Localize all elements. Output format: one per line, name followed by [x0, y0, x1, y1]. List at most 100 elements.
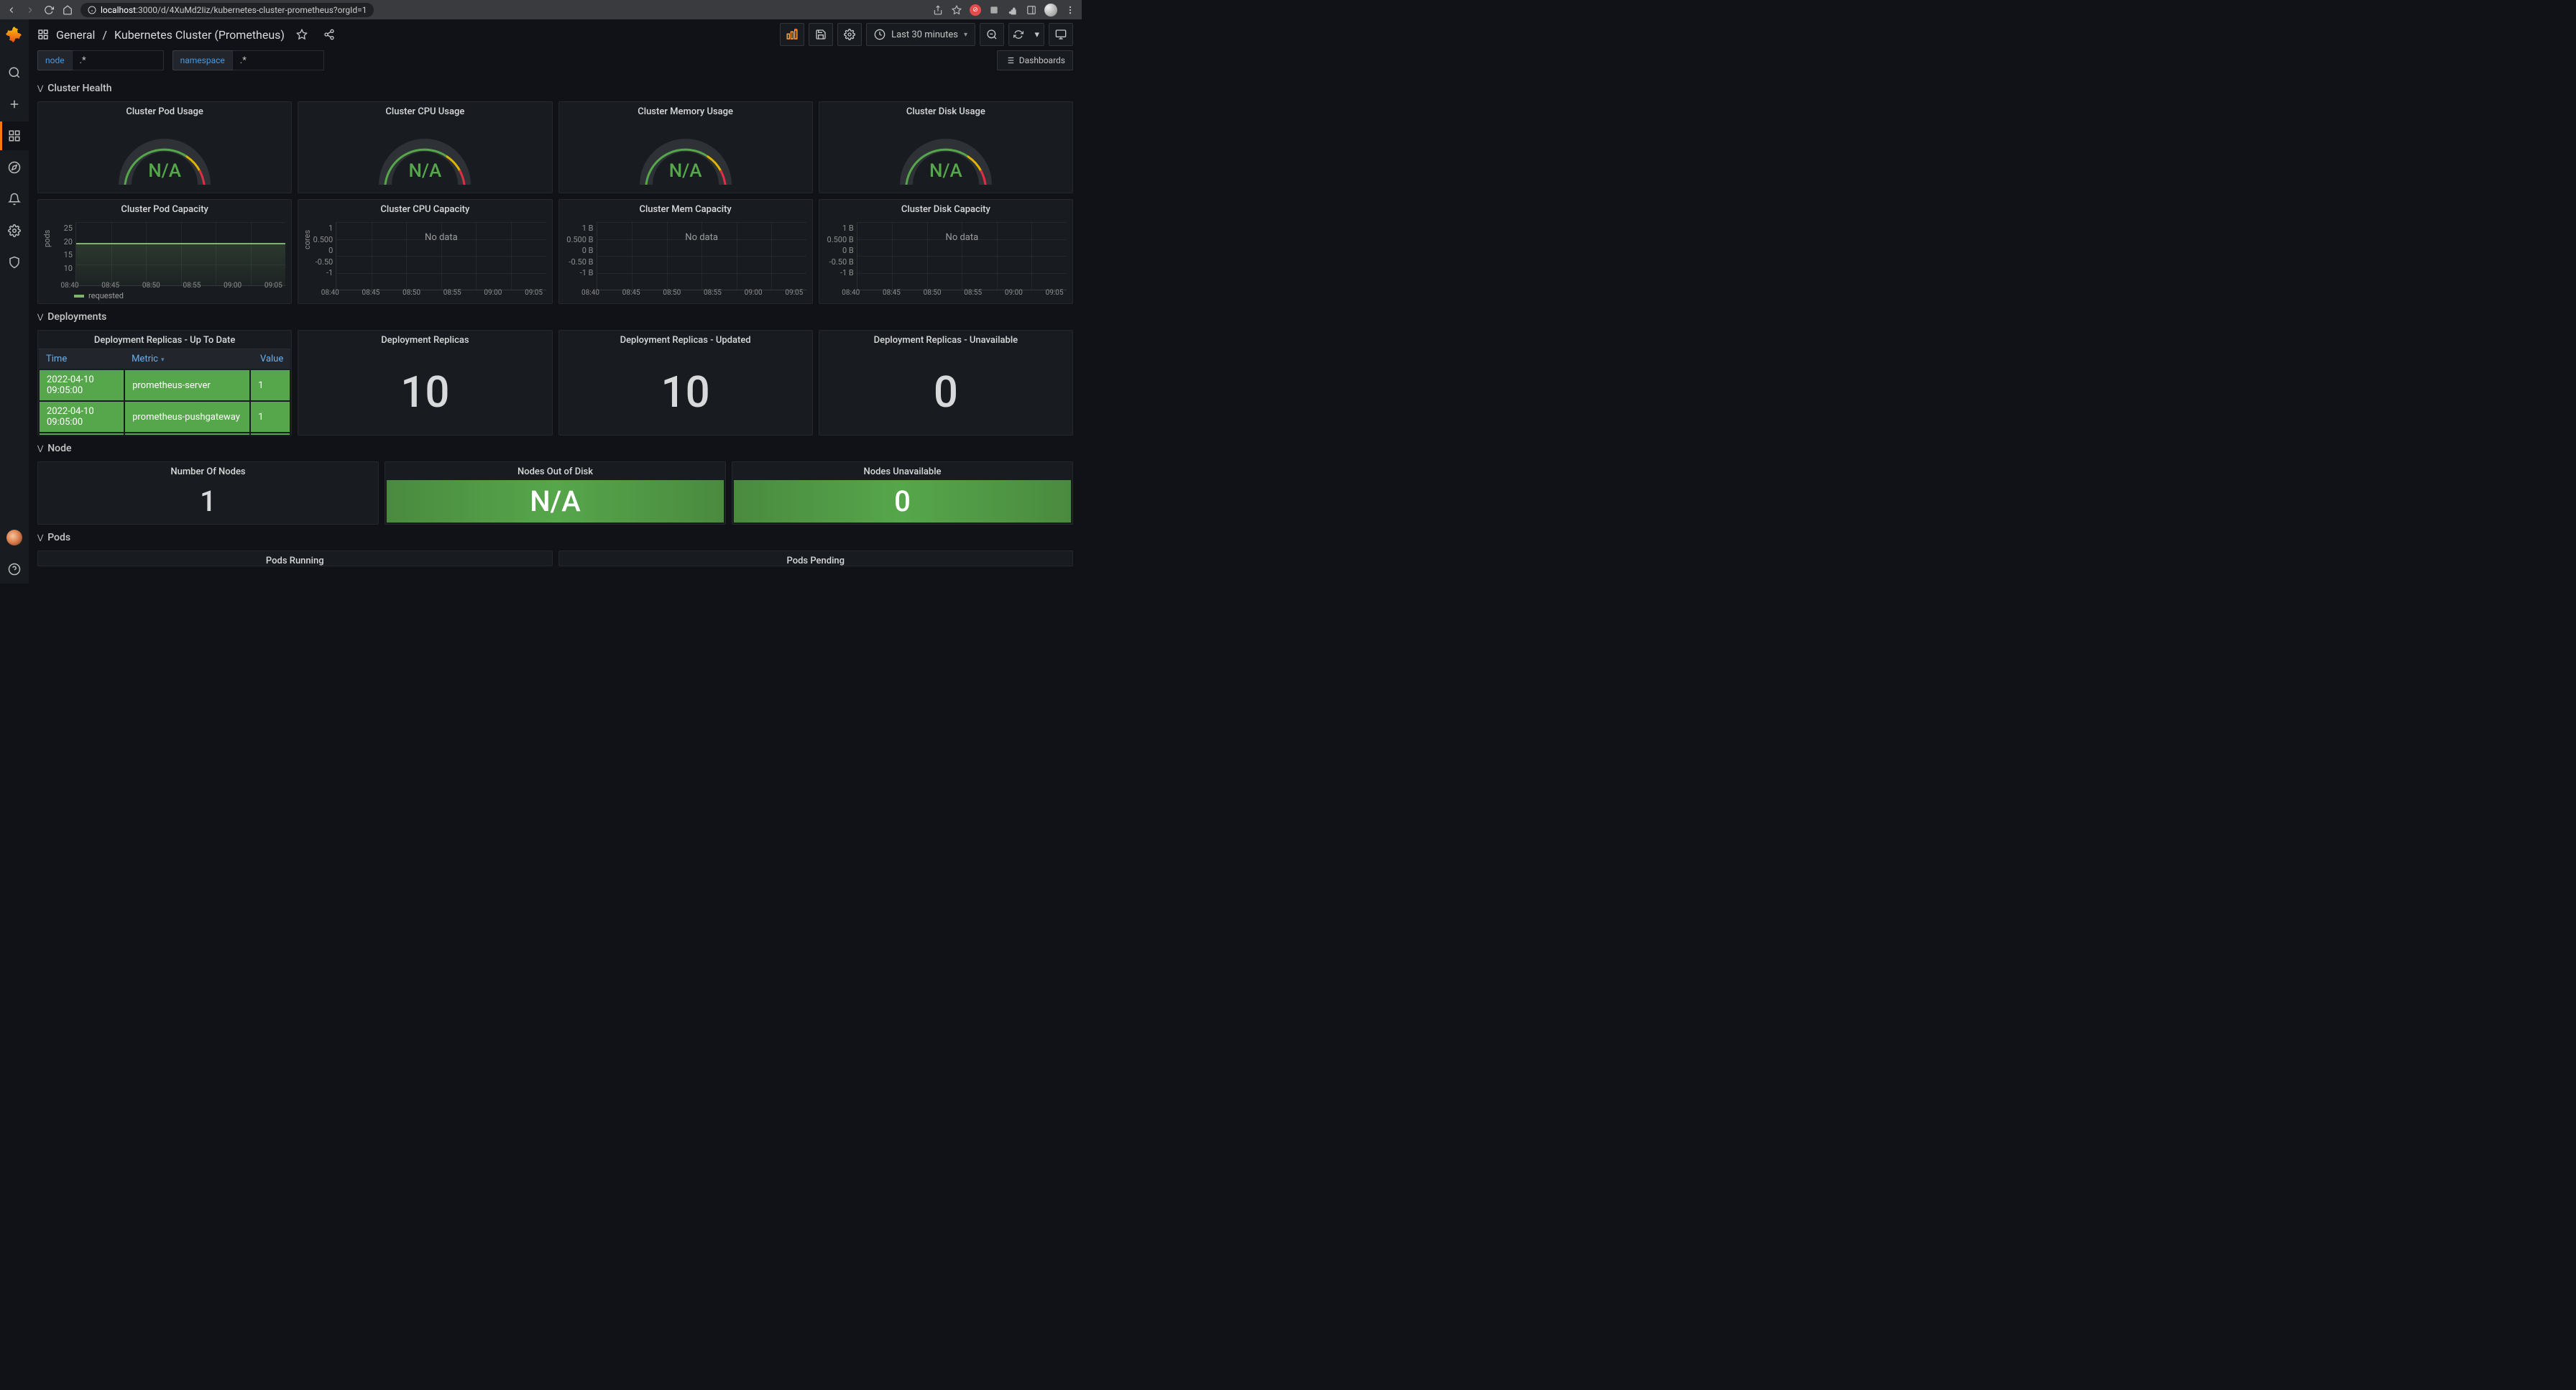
chart-plot: No data [336, 222, 546, 290]
extension-icon[interactable] [988, 4, 1000, 16]
chevron-down-icon: ⋁ [37, 534, 43, 542]
chevron-down-icon: ▾ [1034, 29, 1039, 40]
panel-stat[interactable]: Nodes Out of Disk N/A [385, 461, 726, 525]
zoom-out-icon [986, 29, 998, 40]
no-data-label: No data [597, 232, 806, 243]
sidebar-search[interactable] [0, 58, 29, 87]
chevron-down-icon: ⋁ [37, 445, 43, 453]
chart-plot [75, 222, 285, 286]
row-title: Node [47, 443, 71, 454]
share-dashboard-button[interactable] [319, 23, 339, 46]
variable-value[interactable]: .* [72, 50, 164, 70]
extensions-puzzle-icon[interactable] [1007, 4, 1018, 16]
sidebar-dashboards[interactable] [0, 121, 29, 150]
table-header-value[interactable]: Value [250, 349, 290, 370]
panel-stat[interactable]: Nodes Unavailable 0 [732, 461, 1073, 525]
panel-gauge[interactable]: Cluster Disk Usage N/A [819, 101, 1073, 193]
forward-button[interactable] [24, 4, 36, 16]
sidebar-configuration[interactable] [0, 216, 29, 245]
panel-stat[interactable]: Pods Running [37, 551, 553, 566]
x-axis-ticks: 08:4008:4508:5008:5509:0009:05 [851, 289, 1072, 300]
refresh-icon [1013, 29, 1024, 40]
panel-stat[interactable]: Pods Pending [558, 551, 1074, 566]
sidebar-help[interactable] [0, 555, 29, 584]
panel-title: Deployment Replicas - Up To Date [38, 331, 291, 349]
panel-table[interactable]: Deployment Replicas - Up To Date Time Me… [37, 330, 292, 436]
time-range-picker[interactable]: Last 30 minutes ▾ [866, 23, 975, 46]
panel-timeseries[interactable]: Cluster Pod Capacity pods 25201510 08:40… [37, 199, 292, 304]
refresh-button[interactable]: ▾ [1008, 23, 1044, 46]
cycle-view-button[interactable] [1049, 23, 1073, 46]
sidebar-create[interactable] [0, 90, 29, 119]
help-icon [8, 563, 21, 576]
save-dashboard-button[interactable] [809, 23, 833, 46]
grafana-logo-icon[interactable] [6, 25, 23, 42]
home-button[interactable] [62, 4, 73, 16]
panel-icon[interactable] [1026, 4, 1037, 16]
chart-plot: No data [857, 222, 1067, 290]
url-bar[interactable]: localhost:3000/d/4XuMd2Iiz/kubernetes-cl… [80, 3, 374, 17]
profile-avatar[interactable] [1044, 4, 1057, 17]
table-header-time[interactable]: Time [39, 349, 124, 370]
chevron-down-icon: ▾ [964, 31, 967, 39]
gauge-visual: N/A [892, 131, 1000, 185]
extension-red-icon[interactable]: ⊘ [970, 4, 981, 16]
panel-gauge[interactable]: Cluster CPU Usage N/A [298, 101, 552, 193]
panel-timeseries[interactable]: Cluster Mem Capacity 1 B0.500 B0 B-0.50 … [558, 199, 813, 304]
panel-timeseries[interactable]: Cluster Disk Capacity 1 B0.500 B0 B-0.50… [819, 199, 1073, 304]
star-icon[interactable] [951, 4, 962, 16]
reload-button[interactable] [43, 4, 55, 16]
page-title[interactable]: Kubernetes Cluster (Prometheus) [114, 28, 285, 42]
row-header-pods[interactable]: ⋁ Pods [37, 528, 1073, 548]
panel-title: Pods Running [38, 551, 552, 569]
variable-value[interactable]: .* [232, 50, 324, 70]
panel-stat[interactable]: Deployment Replicas - Updated 10 [558, 330, 813, 436]
stat-value: 0 [894, 484, 911, 518]
back-button[interactable] [6, 4, 17, 16]
chevron-down-icon: ▾ [161, 356, 165, 364]
sidebar-admin[interactable] [0, 248, 29, 277]
sidebar-explore[interactable] [0, 153, 29, 182]
y-axis-ticks: 1 B0.500 B0 B-0.50 B-1 B [825, 222, 857, 290]
sidebar-user[interactable] [0, 523, 29, 552]
row-header-deployments[interactable]: ⋁ Deployments [37, 307, 1073, 327]
sidebar-alerting[interactable] [0, 185, 29, 213]
star-dashboard-button[interactable] [292, 23, 312, 46]
list-icon [1005, 55, 1015, 65]
row-header-cluster-health[interactable]: ⋁ Cluster Health [37, 78, 1073, 98]
panel-stat[interactable]: Deployment Replicas - Unavailable 0 [819, 330, 1073, 436]
panel-title: Nodes Unavailable [732, 462, 1072, 480]
panel-title: Pods Pending [559, 551, 1073, 569]
share-icon [323, 29, 335, 40]
gear-icon [8, 224, 21, 237]
panel-title: Deployment Replicas [298, 331, 551, 349]
y-axis-label: cores [303, 229, 312, 249]
breadcrumb-folder[interactable]: General [56, 28, 95, 42]
dashboards-links-button[interactable]: Dashboards [997, 50, 1073, 70]
clock-icon [874, 29, 886, 40]
row-title: Cluster Health [47, 83, 111, 94]
dashboard-settings-button[interactable] [837, 23, 862, 46]
panel-timeseries[interactable]: Cluster CPU Capacity cores 10.5000-0.50-… [298, 199, 552, 304]
share-icon[interactable] [932, 4, 944, 16]
dashboard-body: ⋁ Cluster Health Cluster Pod Usage N/ACl… [29, 75, 1082, 584]
panel-gauge[interactable]: Cluster Memory Usage N/A [558, 101, 813, 193]
panel-gauge[interactable]: Cluster Pod Usage N/A [37, 101, 292, 193]
panel-stat[interactable]: Deployment Replicas 10 [298, 330, 552, 436]
table-header-metric[interactable]: Metric▾ [124, 349, 250, 370]
panel-title: Cluster Disk Usage [819, 102, 1072, 120]
series-line [76, 243, 285, 244]
panel-title: Cluster Memory Usage [559, 102, 812, 120]
x-axis-ticks: 08:4008:4508:5008:5509:0009:05 [591, 289, 812, 300]
save-icon [815, 29, 827, 40]
menu-icon[interactable] [1064, 4, 1076, 16]
panel-stat[interactable]: Number Of Nodes 1 [37, 461, 379, 525]
add-panel-button[interactable] [780, 23, 804, 46]
table-row: 2022-04-10 09:05:00prometheus-server1 [39, 369, 290, 401]
info-icon [88, 6, 96, 14]
zoom-out-button[interactable] [980, 23, 1004, 46]
monitor-icon [1055, 29, 1067, 40]
row-header-node[interactable]: ⋁ Node [37, 438, 1073, 459]
gauge-visual: N/A [111, 131, 218, 185]
user-avatar-icon [6, 530, 22, 546]
